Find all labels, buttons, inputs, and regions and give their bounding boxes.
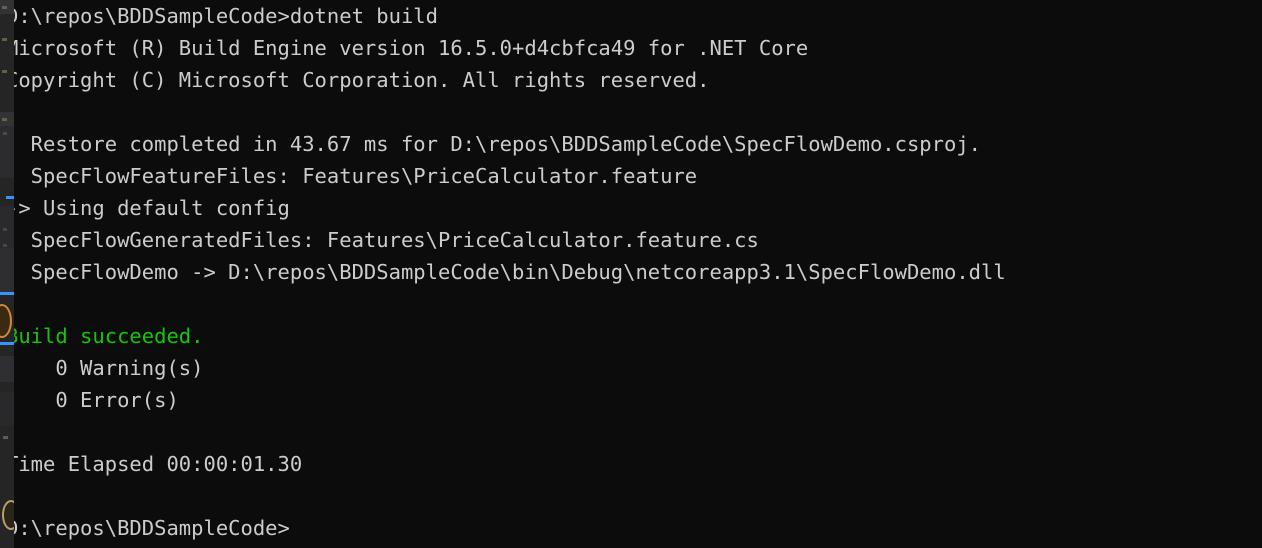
terminal-output-pane[interactable]: D:\repos\BDDSampleCode>dotnet build Micr… <box>6 0 1262 548</box>
minimap-slab <box>0 356 14 382</box>
minimap-code-mark <box>2 38 7 41</box>
overview-ruler-mark[interactable] <box>0 342 14 345</box>
terminal-line: Microsoft (R) Build Engine version 16.5.… <box>6 36 809 60</box>
elapsed-time-line: Time Elapsed 00:00:01.30 <box>6 452 303 476</box>
terminal-line: Restore completed in 43.67 ms for D:\rep… <box>6 132 982 156</box>
terminal-line: D:\repos\BDDSampleCode>dotnet build <box>6 4 438 28</box>
minimap-code-mark <box>3 132 7 135</box>
error-count-line: 0 Error(s) <box>6 388 179 412</box>
minimap-slab <box>0 392 14 426</box>
minimap-slab <box>0 206 14 248</box>
minimap-code-mark <box>2 6 7 9</box>
terminal-prompt-line[interactable]: D:\repos\BDDSampleCode> <box>6 512 290 544</box>
warning-count-line: 0 Warning(s) <box>6 356 204 380</box>
minimap-code-mark <box>3 436 8 439</box>
minimap-code-mark <box>2 118 7 121</box>
terminal-line: -> Using default config <box>6 196 290 220</box>
minimap-code-mark <box>3 228 7 231</box>
editor-overview-ruler-strip[interactable] <box>0 0 14 548</box>
terminal-line: SpecFlowGeneratedFiles: Features\PriceCa… <box>6 228 759 252</box>
build-status-line: Build succeeded. <box>6 324 204 348</box>
overview-ruler-mark[interactable] <box>6 196 14 199</box>
minimap-slab <box>0 248 14 292</box>
breakpoint-icon[interactable] <box>2 500 14 530</box>
terminal-screenshot: D:\repos\BDDSampleCode>dotnet build Micr… <box>0 0 1262 548</box>
minimap-code-mark <box>2 70 7 73</box>
terminal-line: SpecFlowFeatureFiles: Features\PriceCalc… <box>6 164 698 188</box>
overview-ruler-mark[interactable] <box>0 292 14 295</box>
breakpoint-icon[interactable] <box>0 304 12 338</box>
terminal-line: Copyright (C) Microsoft Corporation. All… <box>6 68 710 92</box>
terminal-line: SpecFlowDemo -> D:\repos\BDDSampleCode\b… <box>6 260 1006 284</box>
minimap-code-mark <box>3 244 7 247</box>
